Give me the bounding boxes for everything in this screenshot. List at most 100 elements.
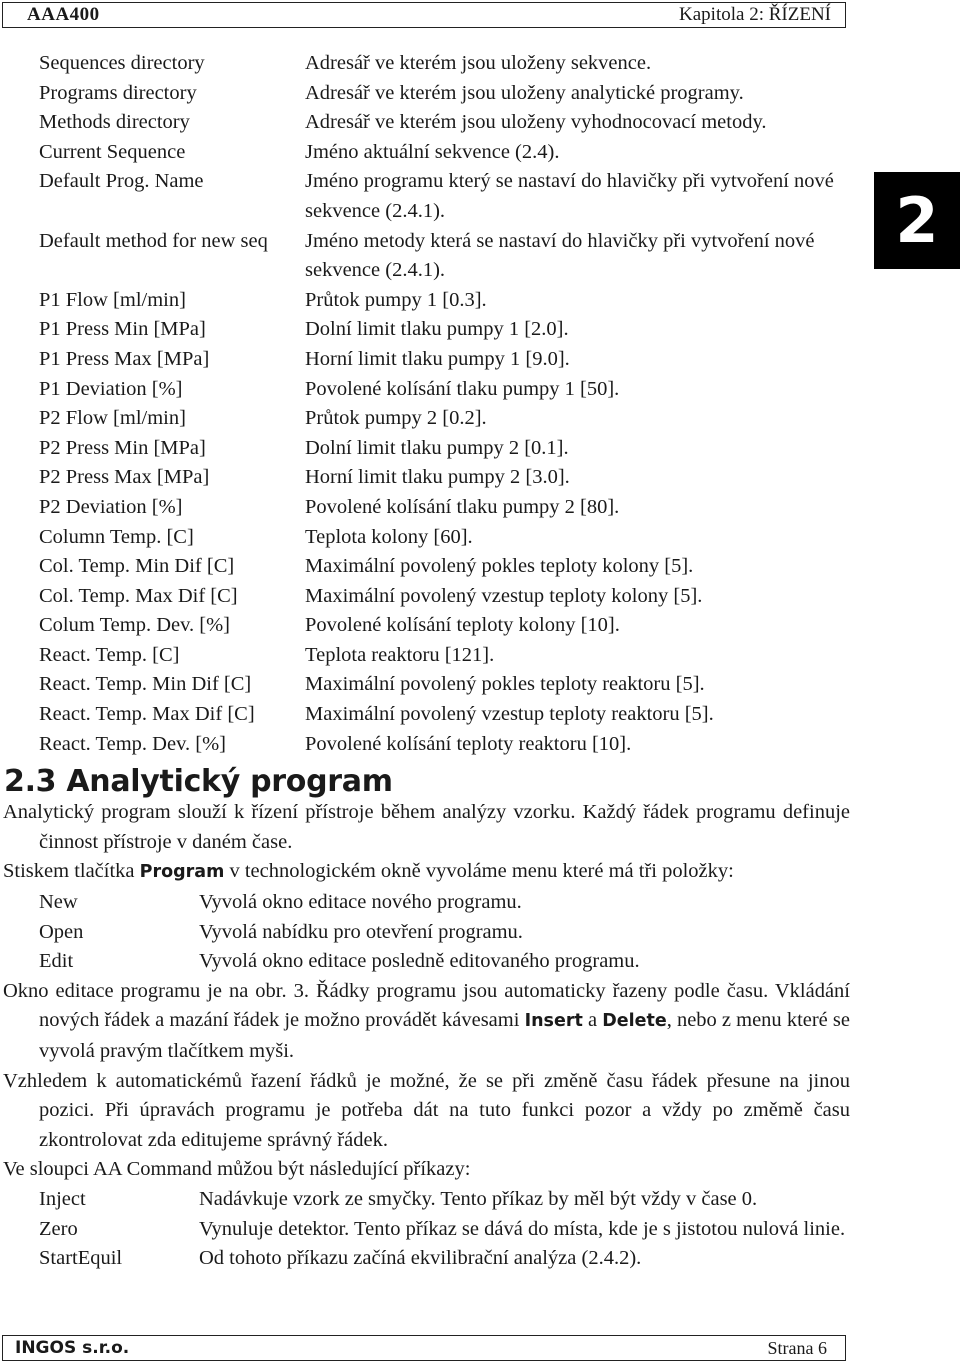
program-keyword: Program [139,862,225,883]
setting-row: Colum Temp. Dev. [%] Povolené kolísání te… [0,611,850,641]
commands-list: Inject Nadávkuje vzork ze smyčky. Tento p… [0,1185,850,1274]
setting-row: React. Temp. Min Dif [C] Maximální povole… [0,670,850,700]
term: P2 Press Max [MPa] [39,466,210,489]
term: P1 Deviation [%] [39,377,183,400]
description: Od tohoto příkazu začíná ekvilibrační an… [199,1247,642,1270]
chapter-tab: 2 [874,172,960,269]
description: Povolené kolísání tlaku pumpy 1 [50]. [305,377,620,400]
term: P1 Flow [ml/min] [39,288,186,311]
description: Maximální povolený pokles teploty reakto… [305,673,705,696]
description: Povolené kolísání tlaku pumpy 2 [80]. [305,495,620,518]
description: Horní limit tlaku pumpy 2 [3.0]. [305,466,570,489]
setting-row: P1 Flow [ml/min] Průtok pumpy 1 [0.3]. [0,286,850,316]
section-heading: 2.3 Analytický program [4,764,393,800]
program-menu-list: New Vyvolá okno editace nového programu. O… [0,888,850,977]
description: Jméno programu který se nastaví do hlavi… [305,170,834,222]
setting-row: React. Temp. Max Dif [C] Maximální povole… [0,700,850,730]
command-row: StartEquil Od tohoto příkazu začíná ekvil… [0,1244,850,1274]
term: P2 Flow [ml/min] [39,407,186,430]
page-content: Sequences directory Adresář ve kterém jso… [0,49,850,1274]
description: Povolené kolísání teploty kolony [10]. [305,614,620,637]
term: React. Temp. [C] [39,643,180,666]
setting-row: P1 Press Max [MPa] Horní limit tlaku pump… [0,345,850,375]
term: Col. Temp. Max Dif [C] [39,584,238,607]
term: Column Temp. [C] [39,525,194,548]
term: Zero [39,1217,78,1240]
description: Vyvolá okno editace nového programu. [199,891,522,914]
command-row: Inject Nadávkuje vzork ze smyčky. Tento p… [0,1185,850,1215]
menu-item-row: New Vyvolá okno editace nového programu. [0,888,850,918]
setting-row: P2 Deviation [%] Povolené kolísání tlaku … [0,493,850,523]
description: Adresář ve kterém jsou uloženy vyhodnoco… [305,111,767,134]
description: Povolené kolísání teploty reaktoru [10]. [305,732,632,755]
edit-window-paragraph: Okno editace programu je na obr. 3. Řádk… [0,977,850,1067]
setting-row: Current Sequence Jméno aktuální sekvence … [0,138,850,168]
text: a [582,1009,603,1032]
setting-row: React. Temp. Dev. [%] Povolené kolísání t… [0,730,850,760]
text: v technologickém okně vyvoláme menu kter… [224,860,734,883]
setting-row: P1 Deviation [%] Povolené kolísání tlaku … [0,375,850,405]
term: Sequences directory [39,52,205,74]
term: React. Temp. Dev. [%] [39,732,226,755]
menu-item-row: Edit Vyvolá okno editace posledně editova… [0,947,850,977]
setting-row: Column Temp. [C] Teplota kolony [60]. [0,523,850,553]
text: Stiskem tlačítka [3,860,140,883]
description: Dolní limit tlaku pumpy 1 [2.0]. [305,318,569,341]
term: Default Prog. Name [39,170,204,193]
term: P2 Press Min [MPa] [39,436,206,459]
term: React. Temp. Max Dif [C] [39,703,255,726]
section-intro-paragraph: Analytický program slouží k řízení příst… [3,801,850,853]
setting-row: Col. Temp. Min Dif [C] Maximální povolený… [0,552,850,582]
setting-row: P2 Press Min [MPa] Dolní limit tlaku pump… [0,434,850,464]
menu-item-row: Open Vyvolá nabídku pro otevření programu… [0,918,850,948]
chapter-number: 2 [895,184,939,257]
sorting-paragraph: Vzhledem k automatickémů řazení řádků je… [3,1069,850,1151]
description: Teplota reaktoru [121]. [305,643,495,666]
insert-key: Insert [524,1011,583,1032]
term: New [39,891,78,914]
description: Jméno aktuální sekvence (2.4). [305,140,560,163]
command-row: Zero Vynuluje detektor. Tento příkaz se d… [0,1215,850,1245]
description: Vyvolá nabídku pro otevření programu. [199,920,523,943]
term: P1 Press Min [MPa] [39,318,206,341]
setting-row: Programs directory Adresář ve kterém jsou… [0,79,850,109]
description: Adresář ve kterém jsou uloženy analytick… [305,81,744,104]
setting-row: Default Prog. Name Jméno programu který s… [0,167,850,226]
chapter-title: Kapitola 2: ŘÍZENÍ [679,4,831,25]
description: Maximální povolený vzestup teploty reakt… [305,703,714,726]
term: Col. Temp. Min Dif [C] [39,555,235,578]
setting-row: React. Temp. [C] Teplota reaktoru [121]. [0,641,850,671]
term: Colum Temp. Dev. [%] [39,614,231,637]
description: Vynuluje detektor. Tento příkaz se dává … [199,1217,846,1240]
term: Default method for new seq [39,229,268,252]
term: Programs directory [39,81,197,104]
description: Adresář ve kterém jsou uloženy sekvence. [305,52,652,74]
setting-row: P2 Press Max [MPa] Horní limit tlaku pump… [0,463,850,493]
setting-row: Methods directory Adresář ve kterém jsou … [0,108,850,138]
description: Průtok pumpy 2 [0.2]. [305,407,487,430]
term: Methods directory [39,111,190,134]
description: Nadávkuje vzork ze smyčky. Tento příkaz … [199,1187,758,1210]
setting-row: P1 Press Min [MPa] Dolní limit tlaku pump… [0,315,850,345]
description: Horní limit tlaku pumpy 1 [9.0]. [305,347,570,370]
description: Dolní limit tlaku pumpy 2 [0.1]. [305,436,569,459]
description: Teplota kolony [60]. [305,525,473,548]
term: StartEquil [39,1247,123,1270]
delete-key: Delete [602,1011,667,1032]
setting-row: Default method for new seq Jméno metody k… [0,227,850,286]
description: Maximální povolený pokles teploty kolony… [305,555,694,578]
page-footer: INGOS s.r.o. Strana 6 [2,1335,846,1361]
description: Vyvolá okno editace posledně editovaného… [199,950,640,973]
page-number: Strana 6 [767,1337,827,1358]
term: P1 Press Max [MPa] [39,347,210,370]
term: Open [39,920,84,943]
term: React. Temp. Min Dif [C] [39,673,252,696]
description: Průtok pumpy 1 [0.3]. [305,288,487,311]
setting-row: Sequences directory Adresář ve kterém jso… [0,49,850,79]
settings-definition-list: Sequences directory Adresář ve kterém jso… [0,49,850,759]
page-header: AAA400 Kapitola 2: ŘÍZENÍ [2,2,846,28]
setting-row: P2 Flow [ml/min] Průtok pumpy 2 [0.2]. [0,404,850,434]
product-name: AAA400 [27,4,100,25]
term: Inject [39,1187,86,1210]
description: Jméno metody která se nastaví do hlavičk… [305,229,815,282]
